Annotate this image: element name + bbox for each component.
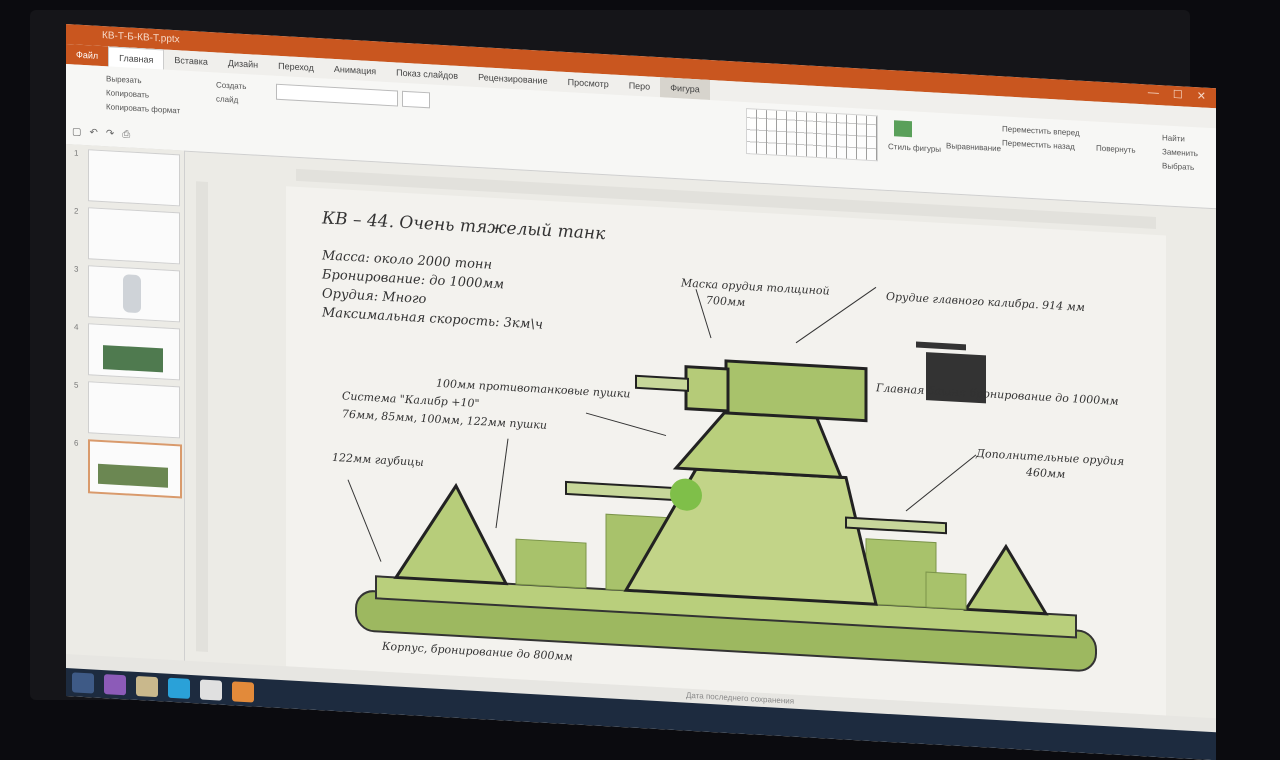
start-icon[interactable] (72, 672, 94, 694)
powerpoint-icon[interactable] (232, 681, 254, 703)
main-turret (724, 359, 868, 423)
font-name-field[interactable] (276, 83, 398, 107)
new-slide-button[interactable]: Создать слайд (216, 78, 256, 108)
explorer-icon[interactable] (136, 675, 158, 698)
skype-icon[interactable] (168, 677, 190, 699)
order-group: Переместить вперед Переместить назад (1002, 122, 1080, 154)
slide-thumbnails: 1 2 3 4 5 6 (66, 144, 185, 671)
slide-thumbnail[interactable] (88, 381, 180, 439)
tab-shape-format[interactable]: Фигура (660, 77, 710, 100)
arrange-button[interactable]: Выравнивание (946, 139, 1001, 156)
slide-canvas[interactable]: КВ – 44. Очень тяжелый танк Масса: около… (286, 186, 1166, 716)
slide-thumbnail[interactable] (88, 149, 180, 207)
print-icon[interactable]: ⎙ (122, 129, 130, 140)
tab-design[interactable]: Дизайн (218, 52, 268, 75)
clipboard-group: Вырезать Копировать Копировать формат (106, 72, 180, 118)
vertical-ruler (196, 181, 208, 652)
label-mask-value[interactable]: 700мм (706, 294, 745, 309)
arrange-group: Выравнивание (946, 139, 1001, 156)
editing-group: Найти Заменить Выбрать (1162, 131, 1198, 175)
app-icon[interactable] (104, 674, 126, 696)
gun-mantlet (684, 365, 730, 413)
thumb-number: 5 (74, 380, 79, 390)
rotate-button[interactable]: Повернуть (1096, 142, 1136, 158)
shapes-gallery[interactable] (746, 108, 878, 162)
window-controls: — ☐ ✕ (1148, 86, 1206, 102)
browser-icon[interactable] (200, 679, 222, 701)
slide-thumbnail-selected[interactable] (88, 439, 182, 499)
thumb-number: 4 (74, 322, 79, 332)
format-painter-button[interactable]: Копировать формат (106, 100, 180, 118)
slide-thumbnail[interactable] (88, 207, 180, 265)
powerpoint-window: КВ-Т-Б-КВ-Т.pptx — ☐ ✕ Файл Главная Вста… (66, 24, 1216, 760)
redo-icon[interactable]: ↷ (106, 128, 114, 139)
send-backward-button[interactable]: Переместить назад (1002, 136, 1080, 154)
thumb-number: 1 (74, 148, 79, 158)
shape-style-group: Стиль фигуры (888, 140, 941, 157)
tab-file[interactable]: Файл (66, 44, 109, 67)
label-extra-value[interactable]: 460мм (1026, 466, 1065, 481)
tab-pen[interactable]: Перо (619, 75, 661, 97)
thumb-number: 2 (74, 206, 79, 216)
slide-thumbnail[interactable] (88, 323, 180, 381)
close-icon[interactable]: ✕ (1197, 89, 1206, 103)
main-gun (635, 374, 689, 392)
undo-icon[interactable]: ↶ (89, 127, 97, 138)
quick-access-toolbar: ▢ ↶ ↷ ⎙ (72, 126, 130, 140)
shape-style-icon[interactable] (894, 120, 912, 138)
save-icon[interactable]: ▢ (72, 126, 81, 138)
select-button[interactable]: Выбрать (1162, 159, 1198, 175)
slides-group: Создать слайд (216, 78, 256, 108)
extra-gun (845, 516, 947, 535)
tank-tower-base (623, 467, 878, 606)
side-gun (565, 480, 687, 502)
thumb-number: 3 (74, 264, 79, 274)
thumb-number: 6 (74, 438, 79, 448)
shape-style-button[interactable]: Стиль фигуры (888, 140, 941, 157)
font-size-field[interactable] (402, 90, 430, 109)
monitor-bezel: КВ-Т-Б-КВ-Т.pptx — ☐ ✕ Файл Главная Вста… (30, 10, 1216, 760)
slide-thumbnail[interactable] (88, 265, 180, 323)
document-title: КВ-Т-Б-КВ-Т.pptx (102, 30, 180, 46)
rotate-group: Повернуть (1096, 142, 1136, 158)
minimize-icon[interactable]: — (1148, 86, 1159, 100)
maximize-icon[interactable]: ☐ (1173, 88, 1183, 102)
